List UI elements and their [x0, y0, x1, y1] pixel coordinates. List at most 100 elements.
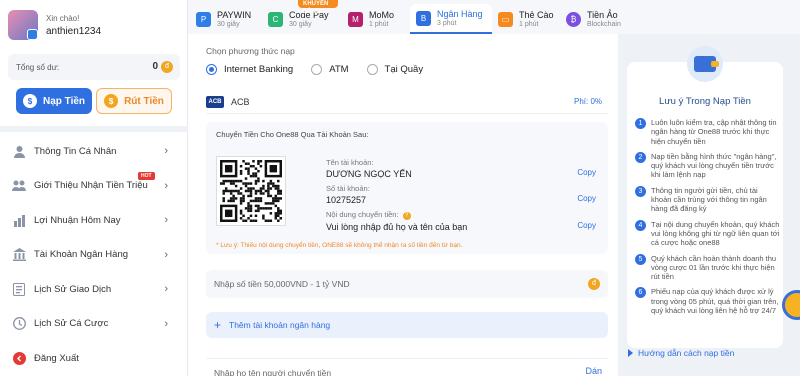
note-item: 2 Nạp tiền bằng hình thức "ngân hàng", qu…: [635, 151, 780, 180]
sidebar-item-label: Lịch Sử Cá Cược: [34, 318, 109, 330]
bet-history-icon: [12, 317, 26, 331]
note-number: 1: [635, 118, 646, 129]
note-item: 3 Thông tin người gửi tiền, chủ tài khoản…: [635, 185, 780, 214]
note-text: Thông tin người gửi tiền, chủ tài khoản …: [651, 185, 767, 214]
profit-icon: [12, 213, 26, 227]
note-item: 6 Phiếu nạp của quý khách được xử lý tron…: [635, 287, 780, 315]
sender-placeholder: Nhập họ tên người chuyển tiền: [214, 367, 332, 376]
tab-bank[interactable]: B Ngân Hàng 3 phút: [410, 4, 492, 34]
sender-name-input[interactable]: Nhập họ tên người chuyển tiền Dán: [206, 358, 608, 376]
note-number: 4: [635, 219, 646, 231]
sidebar: Xin chào! anthien1234 Tổng số dư: 0 đ $ …: [0, 0, 188, 376]
tab-name: MoMo: [369, 9, 395, 20]
sidebar-item-referral[interactable]: Giới Thiệu Nhận Tiền Triệu HOT ›: [0, 169, 188, 204]
user-icon: [12, 144, 26, 158]
method-label: ATM: [329, 64, 349, 75]
crypto-icon: ₿: [566, 11, 581, 27]
chevron-right-icon: ›: [164, 145, 168, 157]
method-counter[interactable]: Tại Quầy: [366, 64, 424, 75]
help-icon[interactable]: ?: [402, 212, 411, 220]
note-item: 1 Luôn luôn kiểm tra, cập nhật thông tin …: [635, 118, 780, 146]
tab-name: PAYWIN: [217, 9, 252, 20]
paste-button[interactable]: Dán: [585, 366, 602, 376]
sidebar-item-bank-account[interactable]: Tài Khoản Ngân Hàng ›: [0, 238, 188, 273]
account-number-label: Số tài khoản:: [326, 184, 370, 193]
note-text: Luôn luôn kiểm tra, cập nhật thông tin n…: [651, 118, 777, 146]
deposit-button[interactable]: $ Nạp Tiền: [16, 88, 92, 114]
note-text: Quý khách cần hoàn thành doanh thu vòng …: [651, 253, 777, 282]
sidebar-item-transaction-history[interactable]: Lịch Sử Giao Dịch ›: [0, 272, 188, 307]
note-text: Phiếu nạp của quý khách được xử lý trong…: [651, 287, 779, 316]
bank-tab-icon: B: [416, 10, 431, 26]
bank-icon: [12, 248, 26, 262]
tab-time: 3 phút: [437, 19, 457, 27]
sidebar-item-profit[interactable]: Lợi Nhuận Hôm Nay ›: [0, 203, 188, 238]
sidebar-item-profile[interactable]: Thông Tin Cá Nhân ›: [0, 134, 188, 169]
hot-badge: HOT: [138, 171, 155, 180]
account-number-value: 10275257: [326, 195, 367, 205]
tab-name: Tiền Ảo: [587, 9, 618, 20]
greeting: Xin chào!: [46, 14, 80, 23]
deposit-guide-link[interactable]: Hướng dẫn cách nạp tiền: [628, 348, 734, 358]
notes-title: Lưu ý Trong Nạp Tiền: [659, 96, 751, 107]
tab-card[interactable]: ▭ Thẻ Cào 1 phút: [498, 4, 558, 34]
username: anthien1234: [46, 26, 102, 37]
amount-input[interactable]: Nhập số tiền 50,000VND - 1 tỷ VND đ: [206, 270, 608, 298]
balance-label: Tổng số dư:: [16, 63, 60, 72]
sidebar-item-bet-history[interactable]: Lịch Sử Cá Cược ›: [0, 307, 188, 342]
deposit-panel: Chọn phương thức nạp Internet Banking AT…: [188, 34, 618, 376]
account-name-label: Tên tài khoản:: [326, 158, 374, 167]
sidebar-item-label: Đăng Xuất: [34, 352, 79, 364]
method-label: Tại Quầy: [384, 64, 424, 75]
tab-time: 30 giây: [217, 20, 240, 28]
withdraw-button[interactable]: $ Rút Tiền: [96, 88, 172, 114]
balance-box: Tổng số dư: 0 đ: [8, 54, 180, 80]
tab-paywin[interactable]: P PAYWIN 30 giây: [196, 4, 256, 34]
chevron-right-icon: ›: [164, 317, 168, 330]
note-number: 3: [635, 185, 646, 197]
coin-icon: đ: [588, 278, 600, 290]
bank-name: ACB: [231, 96, 250, 107]
copy-account-number-button[interactable]: Copy: [577, 194, 596, 203]
radio-selected-icon: [206, 64, 217, 75]
sidebar-item-label: Giới Thiệu Nhận Tiền Triệu: [34, 180, 148, 192]
sidebar-item-label: Thông Tin Cá Nhân: [34, 145, 117, 157]
copy-content-button[interactable]: Copy: [577, 221, 596, 230]
avatar[interactable]: [8, 10, 38, 40]
content-label: Nội dung chuyển tiền:: [326, 210, 399, 219]
plus-icon: +: [214, 318, 222, 332]
tab-name: Ngân Hàng: [437, 8, 483, 19]
method-internet-banking[interactable]: Internet Banking: [206, 64, 293, 75]
bank-select[interactable]: ACB ACB Phí: 0%: [206, 90, 608, 114]
tab-time: 30 giây: [289, 20, 312, 28]
method-title: Chọn phương thức nạp: [206, 46, 295, 56]
add-bank-account-button[interactable]: + Thêm tài khoản ngân hàng: [206, 312, 608, 338]
deposit-icon: $: [22, 94, 37, 108]
chevron-right-icon: ›: [164, 214, 168, 226]
balance-value: 0: [152, 61, 158, 72]
qr-code: [216, 156, 286, 226]
method-atm[interactable]: ATM: [311, 64, 349, 75]
bank-fee: Phí: 0%: [573, 97, 602, 106]
recommended-badge: KHUYẾN DÙNG: [298, 0, 338, 15]
coin-icon: đ: [161, 61, 173, 73]
notes-panel: Lưu ý Trong Nạp Tiền 1 Luôn luôn kiểm tra…: [618, 34, 800, 376]
play-icon: [628, 349, 633, 357]
withdraw-icon: $: [104, 94, 119, 108]
sidebar-item-logout[interactable]: Đăng Xuất: [0, 341, 188, 376]
note-number: 2: [635, 151, 646, 163]
method-label: Internet Banking: [224, 64, 294, 75]
tab-momo[interactable]: M MoMo 1 phút: [348, 4, 408, 34]
tab-code-pay[interactable]: KHUYẾN DÙNG C Code Pay 30 giây: [268, 0, 338, 34]
copy-account-name-button[interactable]: Copy: [577, 168, 596, 177]
deposit-button-label: Nạp Tiền: [42, 95, 86, 107]
method-options: Internet Banking ATM Tại Quầy: [206, 64, 423, 75]
sidebar-menu: Thông Tin Cá Nhân › Giới Thiệu Nhận Tiền…: [0, 134, 188, 376]
content-value: Vui lòng nhập đủ họ và tên của bạn: [326, 222, 468, 232]
tab-crypto[interactable]: ₿ Tiền Ảo Blockchain: [566, 4, 636, 34]
acb-logo: ACB: [206, 95, 224, 108]
amount-placeholder: Nhập số tiền 50,000VND - 1 tỷ VND: [214, 279, 350, 289]
transfer-info-card: Chuyển Tiền Cho One88 Qua Tài Khoản Sau:…: [206, 122, 608, 254]
chevron-right-icon: ›: [164, 248, 168, 261]
transfer-title: Chuyển Tiền Cho One88 Qua Tài Khoản Sau:: [216, 130, 369, 139]
